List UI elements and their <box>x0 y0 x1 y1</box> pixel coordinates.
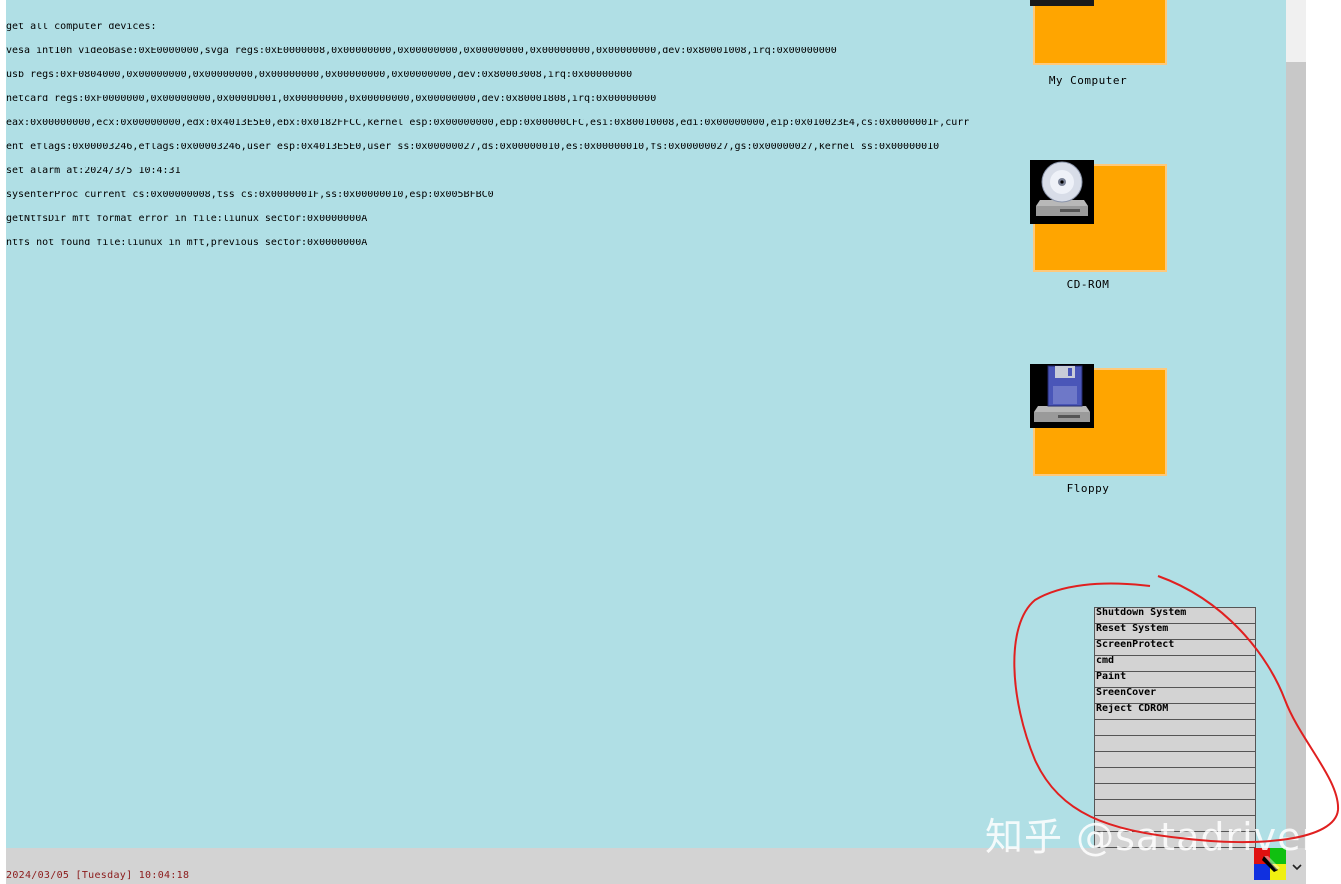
menu-item-reject-cdrom[interactable]: Reject CDROM <box>1095 704 1255 720</box>
taskbar-clock: 2024/03/05 [Tuesday] 10:04:18 <box>6 870 190 881</box>
icon-tile <box>1035 0 1165 63</box>
icon-label: My Computer <box>1048 74 1128 87</box>
computer-icon <box>1030 0 1094 6</box>
chevron-down-icon[interactable] <box>1290 860 1304 874</box>
scrollbar-thumb[interactable] <box>1286 0 1306 62</box>
desktop-icon-my-computer[interactable]: My Computer <box>1008 0 1165 100</box>
desktop-icon-cdrom[interactable]: CD-ROM <box>1008 160 1165 306</box>
floppy-drive-icon <box>1030 364 1094 428</box>
console-line: eax:0x00000000,ecx:0x00000000,edx:0x4013… <box>6 119 970 127</box>
menu-item-empty[interactable] <box>1095 752 1255 768</box>
cdrom-drive-icon <box>1030 160 1094 224</box>
menu-item-shutdown-system[interactable]: Shutdown System <box>1095 608 1255 624</box>
menu-item-empty[interactable] <box>1095 736 1255 752</box>
menu-item-screen-protect[interactable]: ScreenProtect <box>1095 640 1255 656</box>
menu-item-empty[interactable] <box>1095 768 1255 784</box>
menu-item-cmd[interactable]: cmd <box>1095 656 1255 672</box>
vertical-scrollbar[interactable] <box>1286 0 1306 848</box>
console-line: ent eflags:0x00003246,eflags:0x00003246,… <box>6 143 940 151</box>
menu-item-paint[interactable]: Paint <box>1095 672 1255 688</box>
menu-item-empty[interactable] <box>1095 720 1255 736</box>
watermark: 知乎 @satadriver <box>985 815 1319 859</box>
desktop-icon-floppy[interactable]: Floppy <box>1008 364 1165 510</box>
icon-label: Floppy <box>1066 482 1110 495</box>
icon-label: CD-ROM <box>1066 278 1110 291</box>
menu-item-empty[interactable] <box>1095 784 1255 800</box>
menu-item-reset-system[interactable]: Reset System <box>1095 624 1255 640</box>
menu-item-screen-cover[interactable]: SreenCover <box>1095 688 1255 704</box>
